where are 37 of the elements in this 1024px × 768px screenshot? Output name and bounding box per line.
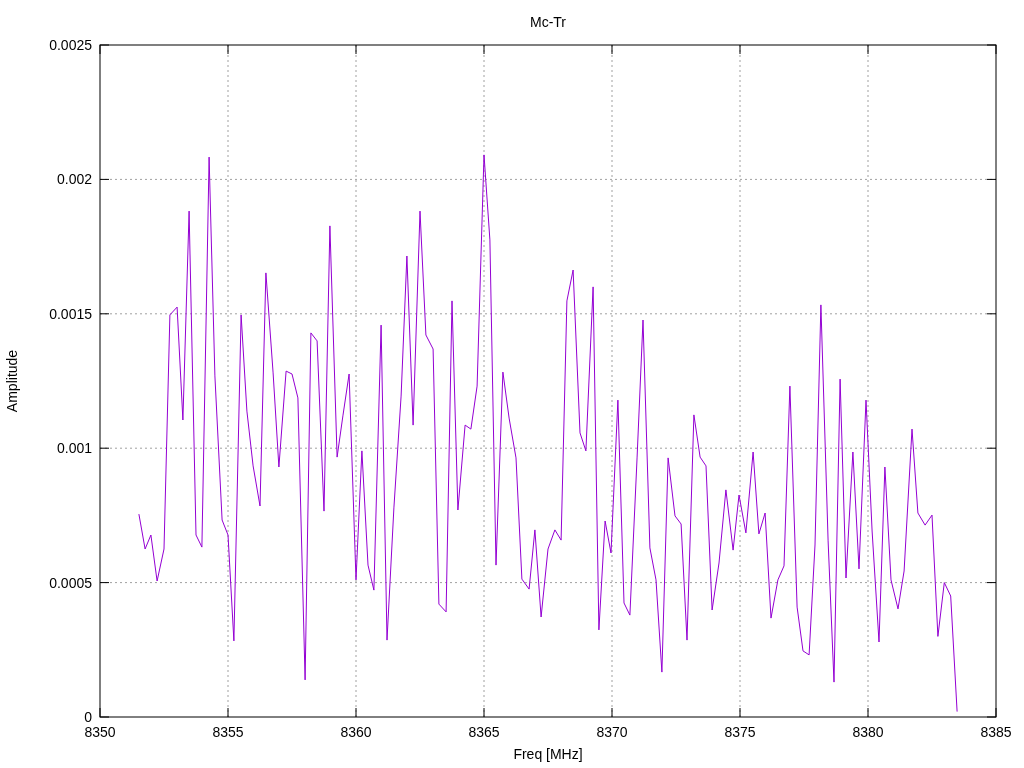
tick-label: 0.001 <box>56 440 92 457</box>
tick-label: 8385 <box>980 724 1012 740</box>
tick-label: 8360 <box>340 724 372 740</box>
tick-mark <box>867 707 869 718</box>
tick-mark <box>483 707 485 718</box>
tick-mark <box>227 44 229 55</box>
axis-title: Amplitude <box>4 349 20 413</box>
tick-label: 0.0005 <box>49 574 92 591</box>
chart-title: Mc-Tr <box>530 14 566 30</box>
tick-mark <box>611 44 613 55</box>
tick-mark <box>986 582 997 584</box>
tick-mark <box>99 178 110 180</box>
tick-mark <box>986 178 997 180</box>
tick-label: 0.0025 <box>49 37 92 53</box>
tick-label: 8350 <box>84 724 116 740</box>
tick-mark <box>867 44 869 55</box>
tick-mark <box>99 447 110 449</box>
tick-mark <box>986 313 997 315</box>
tick-label: 8370 <box>596 724 628 740</box>
tick-label: 0 <box>84 709 92 725</box>
tick-label: 8375 <box>724 724 756 740</box>
tick-mark <box>483 44 485 55</box>
axis-title: Freq [MHz] <box>513 746 583 762</box>
tick-label: 8365 <box>468 724 500 740</box>
tick-mark <box>739 44 741 55</box>
tick-label: 8380 <box>852 724 884 740</box>
tick-mark <box>986 447 997 449</box>
tick-mark <box>227 707 229 718</box>
tick-mark <box>611 707 613 718</box>
tick-mark <box>99 582 110 584</box>
tick-mark <box>355 707 357 718</box>
tick-label: 8355 <box>212 724 244 740</box>
tick-mark <box>739 707 741 718</box>
tick-label: 0.0015 <box>49 305 92 322</box>
tick-label: 0.002 <box>56 171 92 188</box>
tick-mark <box>99 313 110 315</box>
tick-mark <box>355 44 357 55</box>
